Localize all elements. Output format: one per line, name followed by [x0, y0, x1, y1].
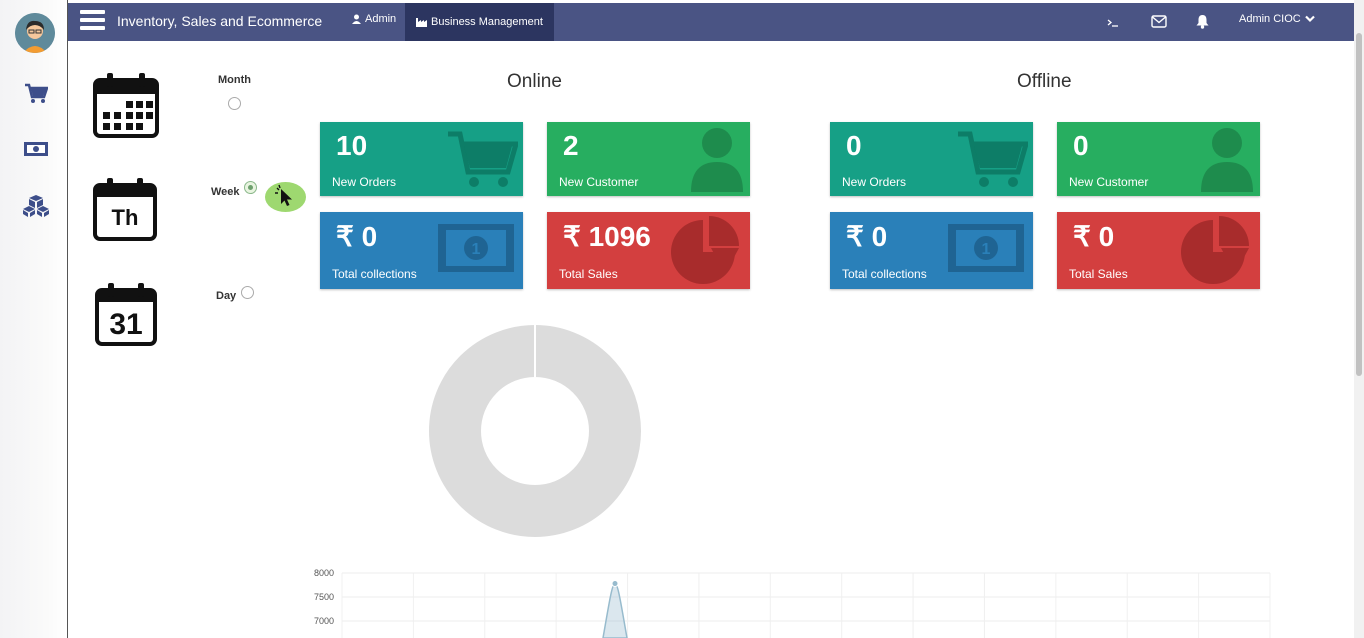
- top-navbar: Inventory, Sales and Ecommerce Admin Bus…: [68, 3, 1354, 41]
- offline-new-customer-label: New Customer: [1069, 175, 1149, 189]
- week-icon-text: Th: [112, 205, 139, 230]
- cart-icon: [448, 131, 518, 187]
- money-icon[interactable]: [22, 137, 50, 161]
- sidebar: [0, 0, 68, 638]
- online-total-collections-card[interactable]: 1 ₹ 0 Total collections: [320, 212, 523, 289]
- online-total-sales-value: ₹ 1096: [563, 221, 651, 252]
- hamburger-menu-icon[interactable]: [80, 10, 105, 32]
- offline-total-sales-value: ₹ 0: [1073, 221, 1115, 252]
- user-menu-label: Admin CIOC: [1239, 13, 1301, 25]
- scrollbar-thumb[interactable]: [1356, 33, 1362, 376]
- online-total-collections-value: ₹ 0: [336, 221, 378, 252]
- online-new-orders-label: New Orders: [332, 175, 397, 189]
- svg-text:1: 1: [982, 241, 991, 258]
- week-radio[interactable]: [244, 181, 257, 194]
- offline-new-orders-label: New Orders: [842, 175, 907, 189]
- online-total-sales-card[interactable]: ₹ 1096 Total Sales: [547, 212, 750, 289]
- cursor-icon: [275, 184, 292, 206]
- offline-new-customer-card[interactable]: 0 New Customer: [1057, 122, 1260, 196]
- offline-total-sales-label: Total Sales: [1069, 267, 1128, 281]
- mail-icon[interactable]: [1151, 12, 1167, 30]
- online-title: Online: [507, 71, 562, 92]
- y-tick-label: 8000: [314, 568, 334, 578]
- day-icon-text: 31: [109, 308, 142, 341]
- offline-new-orders-card[interactable]: 0 New Orders: [830, 122, 1033, 196]
- app-title: Inventory, Sales and Ecommerce: [117, 13, 323, 29]
- offline-total-collections-card[interactable]: 1 ₹ 0 Total collections: [830, 212, 1033, 289]
- y-tick-label: 7500: [314, 592, 334, 602]
- day-calendar-icon[interactable]: 31: [95, 282, 157, 346]
- money-icon: 1: [948, 224, 1024, 272]
- donut-chart: [429, 325, 641, 537]
- svg-text:1: 1: [472, 241, 481, 258]
- user-icon: [352, 14, 361, 24]
- month-calendar-icon[interactable]: [93, 72, 159, 138]
- online-total-collections-label: Total collections: [332, 267, 417, 281]
- online-total-sales-label: Total Sales: [559, 267, 618, 281]
- pie-chart-icon: [1181, 216, 1249, 284]
- nav-admin[interactable]: Admin: [352, 13, 396, 25]
- data-point[interactable]: [611, 580, 619, 588]
- user-icon: [691, 128, 743, 192]
- online-new-orders-card[interactable]: 10 New Orders: [320, 122, 523, 196]
- day-radio[interactable]: [241, 286, 254, 299]
- offline-new-customer-value: 0: [1073, 130, 1089, 161]
- offline-total-sales-card[interactable]: ₹ 0 Total Sales: [1057, 212, 1260, 289]
- user-menu[interactable]: Admin CIOC: [1239, 13, 1315, 25]
- y-tick-label: 7000: [314, 616, 334, 626]
- online-new-customer-value: 2: [563, 130, 579, 161]
- day-label: Day: [216, 290, 237, 302]
- month-label: Month: [218, 74, 251, 86]
- series-line: [602, 582, 628, 638]
- offline-total-collections-label: Total collections: [842, 267, 927, 281]
- pie-chart-icon: [671, 216, 739, 284]
- cart-icon: [958, 131, 1028, 187]
- money-icon: 1: [438, 224, 514, 272]
- cubes-icon[interactable]: [22, 194, 50, 218]
- line-chart: 8000 7500 7000: [314, 568, 1271, 638]
- offline-title: Offline: [1017, 71, 1072, 92]
- terminal-icon[interactable]: [1106, 12, 1120, 30]
- month-radio[interactable]: [228, 97, 241, 110]
- cart-icon[interactable]: [22, 82, 50, 106]
- offline-total-collections-value: ₹ 0: [846, 221, 888, 252]
- industry-icon: [416, 18, 428, 27]
- online-new-customer-label: New Customer: [559, 175, 639, 189]
- online-new-orders-value: 10: [336, 130, 368, 161]
- online-new-customer-card[interactable]: 2 New Customer: [547, 122, 750, 196]
- week-calendar-icon[interactable]: Th: [93, 177, 157, 241]
- user-icon: [1201, 128, 1253, 192]
- chevron-down-icon: [1304, 15, 1315, 23]
- bell-icon[interactable]: [1195, 12, 1210, 30]
- nav-business-management[interactable]: Business Management: [405, 3, 554, 41]
- user-avatar[interactable]: [15, 13, 55, 53]
- week-label: Week: [211, 186, 240, 198]
- nav-admin-label: Admin: [365, 13, 397, 25]
- nav-business-management-label: Business Management: [431, 16, 543, 28]
- click-indicator: [265, 182, 306, 212]
- offline-new-orders-value: 0: [846, 130, 862, 161]
